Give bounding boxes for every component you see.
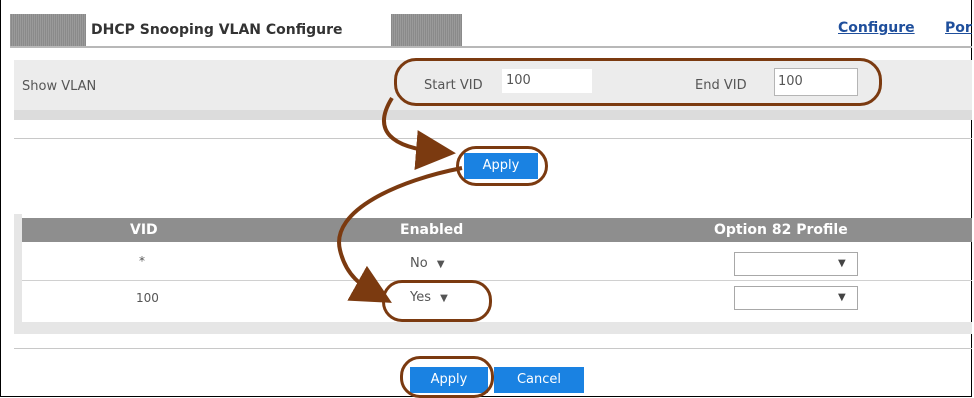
annotation-arrows [337, 96, 463, 303]
arrow-to-apply [382, 96, 456, 171]
arrow-to-enabled [337, 166, 463, 303]
